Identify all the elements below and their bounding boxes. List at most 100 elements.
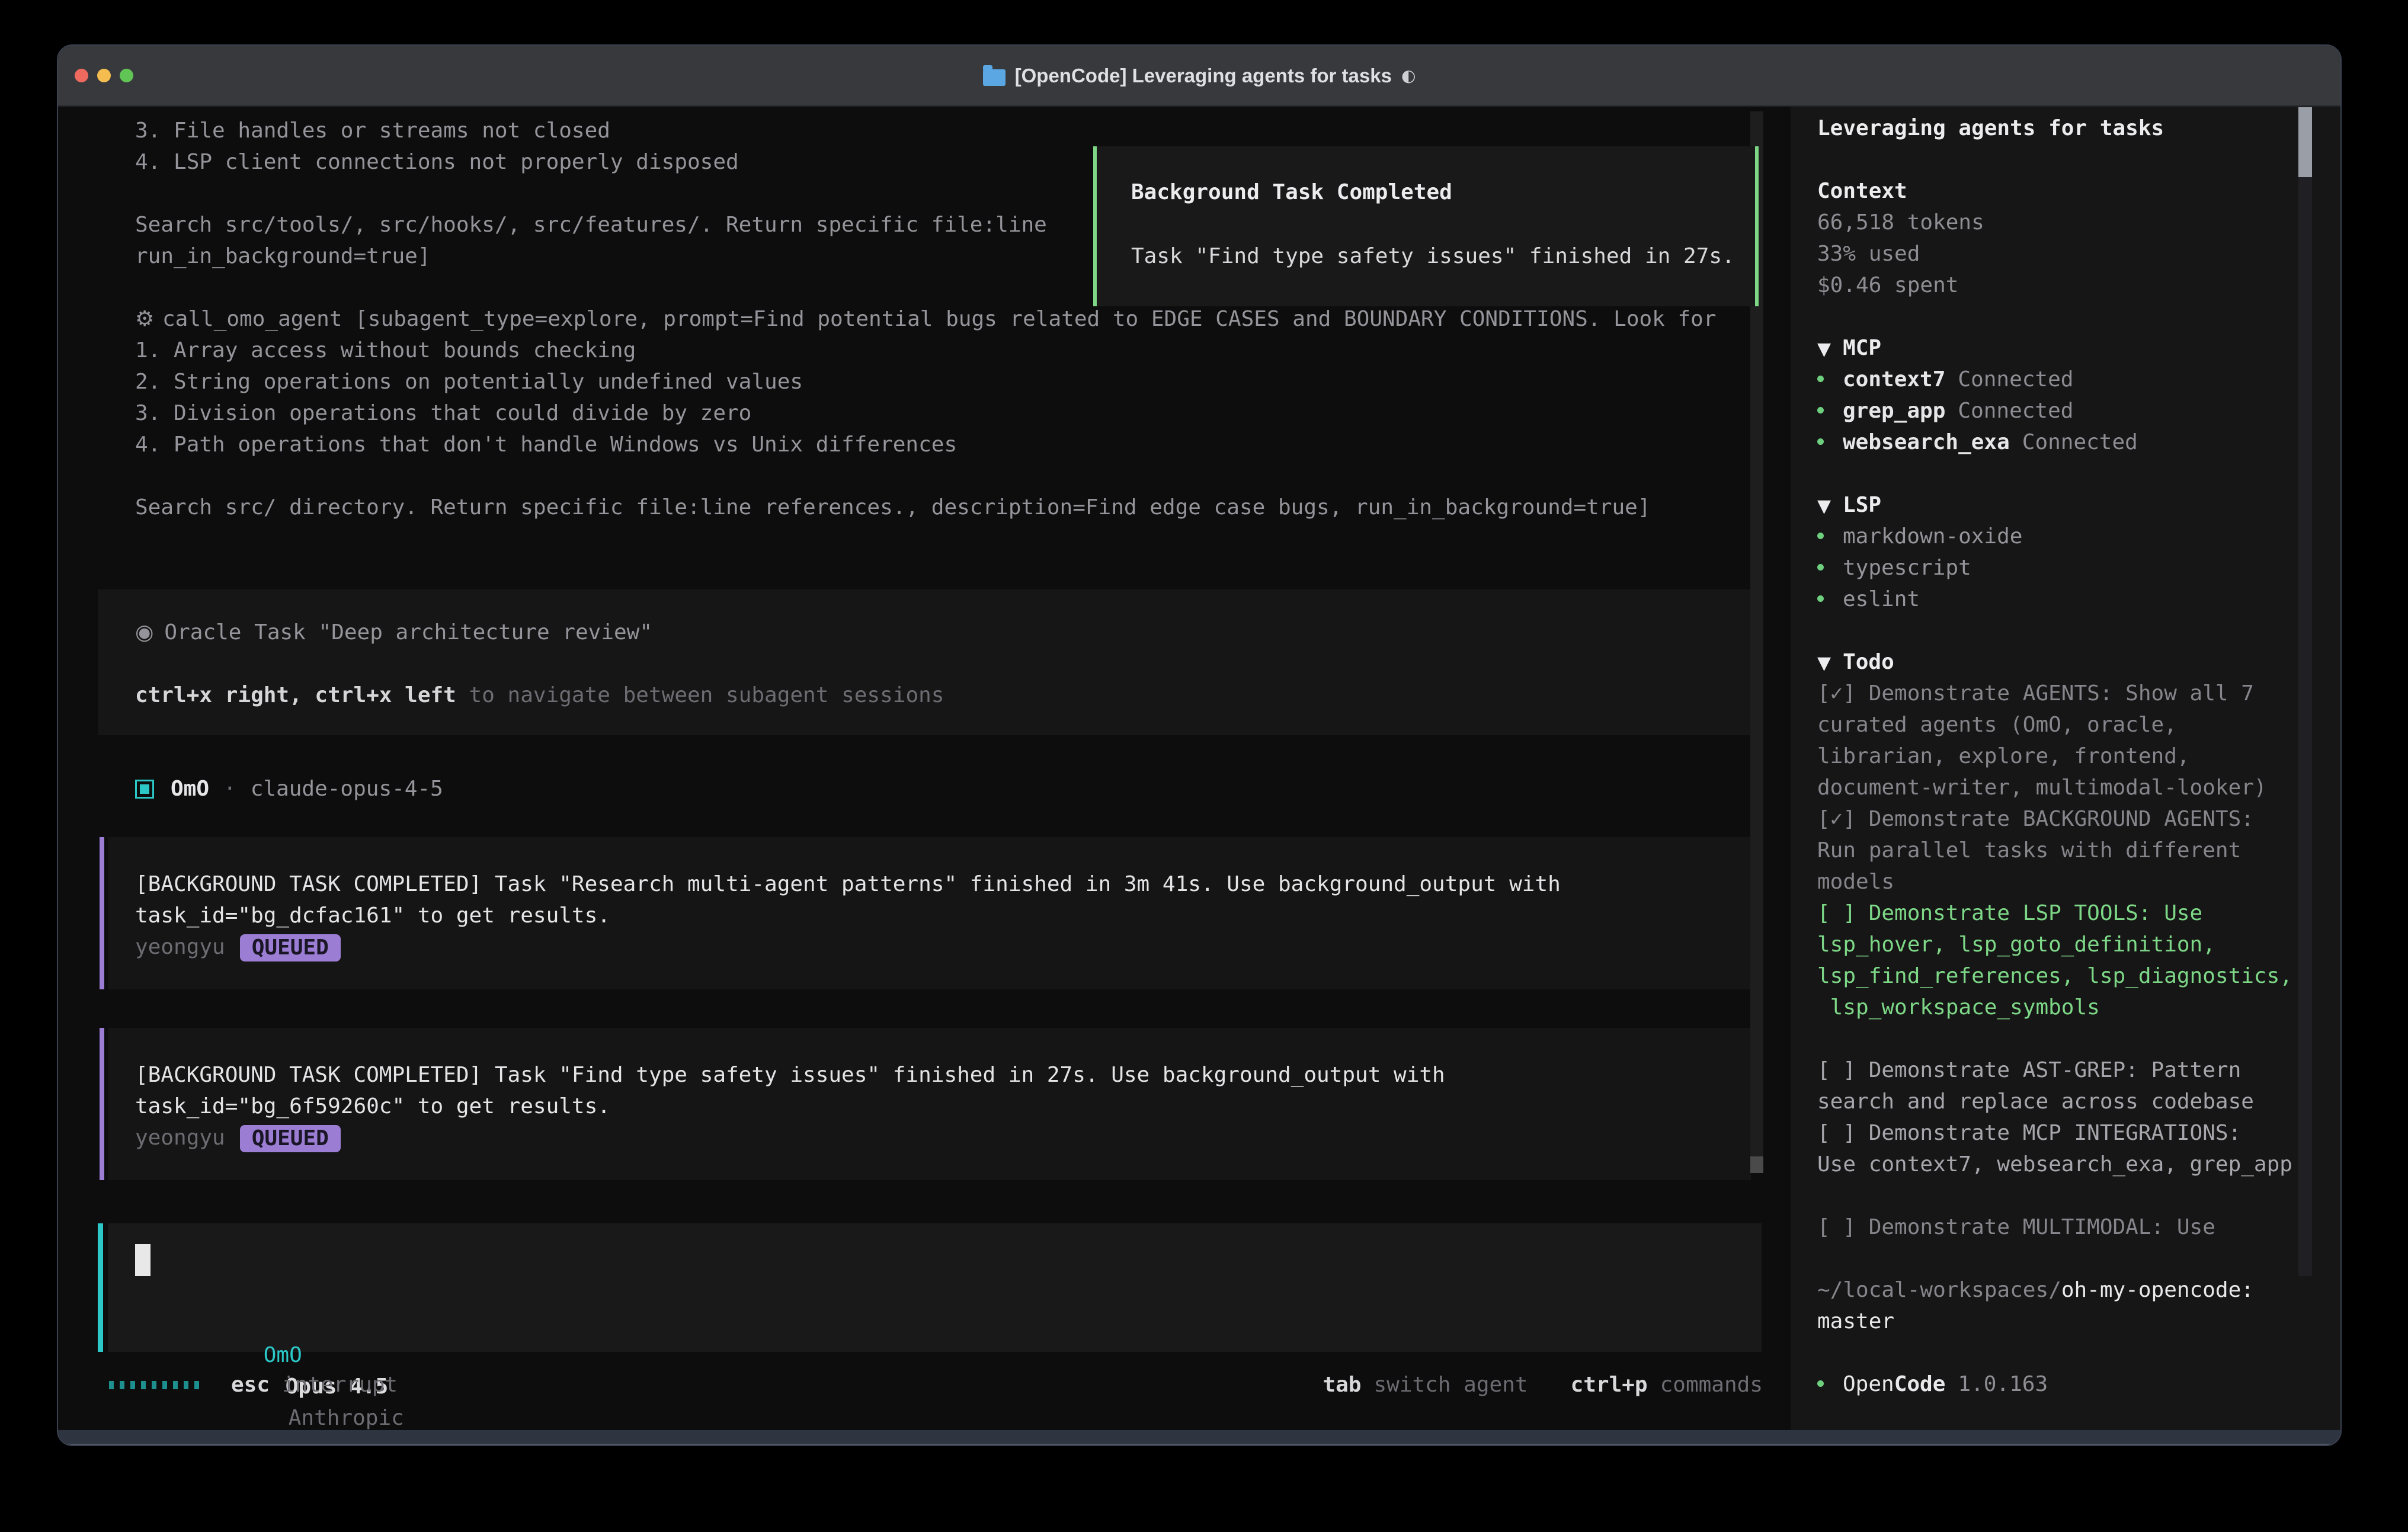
message-line-2: task_id="bg_6f59260c" to get results.	[135, 1091, 1751, 1122]
background-task-message: [BACKGROUND TASK COMPLETED] Task "Find t…	[100, 1028, 1810, 1180]
todo-line: document-writer, multimodal-looker)	[1817, 772, 2298, 803]
todo-line: [ ] Demonstrate AST-GREP: Pattern	[1817, 1055, 2298, 1086]
todo-line: curated agents (OmO, oracle,	[1817, 709, 2298, 741]
lsp-name: typescript	[1843, 556, 1971, 580]
close-window-button[interactable]	[75, 69, 88, 82]
agent-header: OmO · claude-opus-4-5	[135, 773, 443, 805]
queued-badge: QUEUED	[240, 934, 341, 961]
terminal-line: 1. Array access without bounds checking	[135, 335, 1717, 366]
todo-line: Run parallel tasks with different	[1817, 835, 2298, 866]
folder-icon	[983, 69, 1006, 86]
context-header: Context	[1817, 175, 2298, 207]
terminal-line: 3. File handles or streams not closed	[135, 115, 1717, 146]
status-dot-icon	[1817, 438, 1824, 445]
oracle-task-title: ◉Oracle Task "Deep architecture review"	[135, 617, 652, 648]
input-provider-name: Anthropic	[289, 1406, 404, 1430]
background-task-notification: Background Task Completed Task "Find typ…	[1093, 146, 1759, 306]
mcp-name: websearch_exa	[1843, 430, 2010, 454]
status-dot-icon	[1817, 407, 1824, 414]
tool-call-line: ⚙call_omo_agent [subagent_type=explore, …	[135, 303, 1717, 335]
fisheye-icon: ◉	[135, 620, 153, 645]
mcp-status: Connected	[1958, 399, 2073, 423]
agent-model: claude-opus-4-5	[251, 773, 443, 805]
terminal-line: Search src/ directory. Return specific f…	[135, 492, 1717, 523]
sidebar-scrollbar[interactable]	[2298, 107, 2312, 1276]
tab-key-label: switch agent	[1373, 1373, 1528, 1397]
git-branch: master	[1817, 1306, 2298, 1337]
ctrlp-key-label: commands	[1660, 1373, 1763, 1397]
minimize-window-button[interactable]	[97, 69, 111, 82]
app-window: [OpenCode] Leveraging agents for tasks ◐…	[57, 44, 2342, 1446]
terminal-line: 3. Division operations that could divide…	[135, 398, 1717, 429]
tab-key-hint: tab	[1323, 1373, 1361, 1397]
oracle-task-hint: ctrl+x right, ctrl+x left to navigate be…	[135, 680, 944, 711]
esc-key-label: interrupt	[282, 1373, 398, 1397]
background-task-message: [BACKGROUND TASK COMPLETED] Task "Resear…	[100, 837, 1810, 989]
status-dot-icon	[1817, 376, 1824, 382]
hint-keys: ctrl+x right, ctrl+x left	[135, 683, 456, 707]
todo-line: lsp_workspace_symbols	[1817, 992, 2298, 1023]
queued-badge: QUEUED	[240, 1125, 341, 1152]
lsp-item: markdown-oxide	[1817, 521, 2298, 552]
message-accent-bar	[100, 1028, 104, 1180]
window-title: [OpenCode] Leveraging agents for tasks	[1015, 65, 1392, 87]
message-line-2: task_id="bg_dcfac161" to get results.	[135, 900, 1751, 931]
todo-section-header[interactable]: ▼Todo	[1817, 646, 2298, 678]
message-body: [BACKGROUND TASK COMPLETED] Task "Resear…	[108, 837, 1751, 989]
lsp-name: markdown-oxide	[1843, 524, 2022, 549]
mcp-status: Connected	[1958, 367, 2073, 392]
lsp-name: eslint	[1843, 587, 1920, 611]
input-editor[interactable]: OmO Opus 4.5 Anthropic	[108, 1223, 1762, 1352]
window-footer	[58, 1430, 2340, 1446]
status-dot-icon	[1817, 1380, 1824, 1387]
status-right: tab switch agent ctrl+p commands	[1323, 1373, 1763, 1397]
message-line-1: [BACKGROUND TASK COMPLETED] Task "Find t…	[135, 1059, 1751, 1091]
app-version-line: OpenCode1.0.163	[1817, 1368, 2298, 1400]
collapse-triangle-icon: ▼	[1817, 339, 1831, 360]
mcp-status: Connected	[2022, 430, 2138, 454]
window-title-group: [OpenCode] Leveraging agents for tasks ◐	[983, 65, 1416, 87]
collapse-triangle-icon: ▼	[1817, 496, 1831, 517]
app-version: 1.0.163	[1958, 1372, 2048, 1396]
main-scrollbar-thumb[interactable]	[1750, 1156, 1763, 1173]
prompt-input[interactable]: OmO Opus 4.5 Anthropic	[98, 1223, 1821, 1352]
todo-line: lsp_hover, lsp_goto_definition,	[1817, 929, 2298, 960]
context-stat: 66,518 tokens	[1817, 207, 2298, 238]
oracle-task-panel[interactable]: ◉Oracle Task "Deep architecture review" …	[98, 589, 1750, 735]
titlebar: [OpenCode] Leveraging agents for tasks ◐	[58, 46, 2340, 107]
model-row: OmO Opus 4.5 Anthropic	[135, 1308, 404, 1339]
sidebar: Leveraging agents for tasks Context 66,5…	[1791, 107, 2342, 1430]
sidebar-scrollbar-thumb[interactable]	[2298, 107, 2312, 177]
session-title: Leveraging agents for tasks	[1817, 113, 2298, 144]
text-cursor	[135, 1244, 150, 1276]
gear-icon: ⚙	[135, 303, 162, 335]
message-meta: yeongyuQUEUED	[135, 1122, 1751, 1153]
esc-key-hint: esc	[231, 1373, 270, 1397]
message-accent-bar	[100, 837, 104, 989]
notification-body: Task "Find type safety issues" finished …	[1131, 241, 1735, 272]
notification-title: Background Task Completed	[1131, 177, 1452, 208]
todo-line: Use context7, websearch_exa, grep_app	[1817, 1149, 2298, 1180]
tool-call-text: call_omo_agent [subagent_type=explore, p…	[162, 307, 1717, 331]
todo-line: librarian, explore, frontend,	[1817, 741, 2298, 772]
status-dot-icon	[1817, 595, 1824, 602]
mcp-section-header[interactable]: ▼MCP	[1817, 332, 2298, 364]
content-area: 3. File handles or streams not closed 4. …	[58, 107, 2340, 1430]
todo-line: models	[1817, 866, 2298, 898]
mcp-item: context7Connected	[1817, 364, 2298, 395]
spinner-icon	[109, 1381, 199, 1389]
lsp-section-header[interactable]: ▼LSP	[1817, 489, 2298, 521]
zoom-window-button[interactable]	[120, 69, 133, 82]
terminal-line: 2. String operations on potentially unde…	[135, 366, 1717, 398]
hint-text: to navigate between subagent sessions	[456, 683, 944, 707]
input-accent-bar	[98, 1223, 103, 1352]
status-left: esc interrupt	[109, 1373, 398, 1397]
todo-line: [ ] Demonstrate MCP INTEGRATIONS:	[1817, 1117, 2298, 1149]
status-dot-icon	[1817, 564, 1824, 571]
todo-line: [ ] Demonstrate MULTIMODAL: Use	[1817, 1212, 2298, 1243]
mcp-item: websearch_exa Connected	[1817, 427, 2298, 458]
todo-line: [ ] Demonstrate LSP TOOLS: Use	[1817, 898, 2298, 929]
terminal-line: 4. Path operations that don't handle Win…	[135, 429, 1717, 460]
context-stat: 33% used	[1817, 238, 2298, 270]
ctrlp-key-hint: ctrl+p	[1571, 1373, 1648, 1397]
